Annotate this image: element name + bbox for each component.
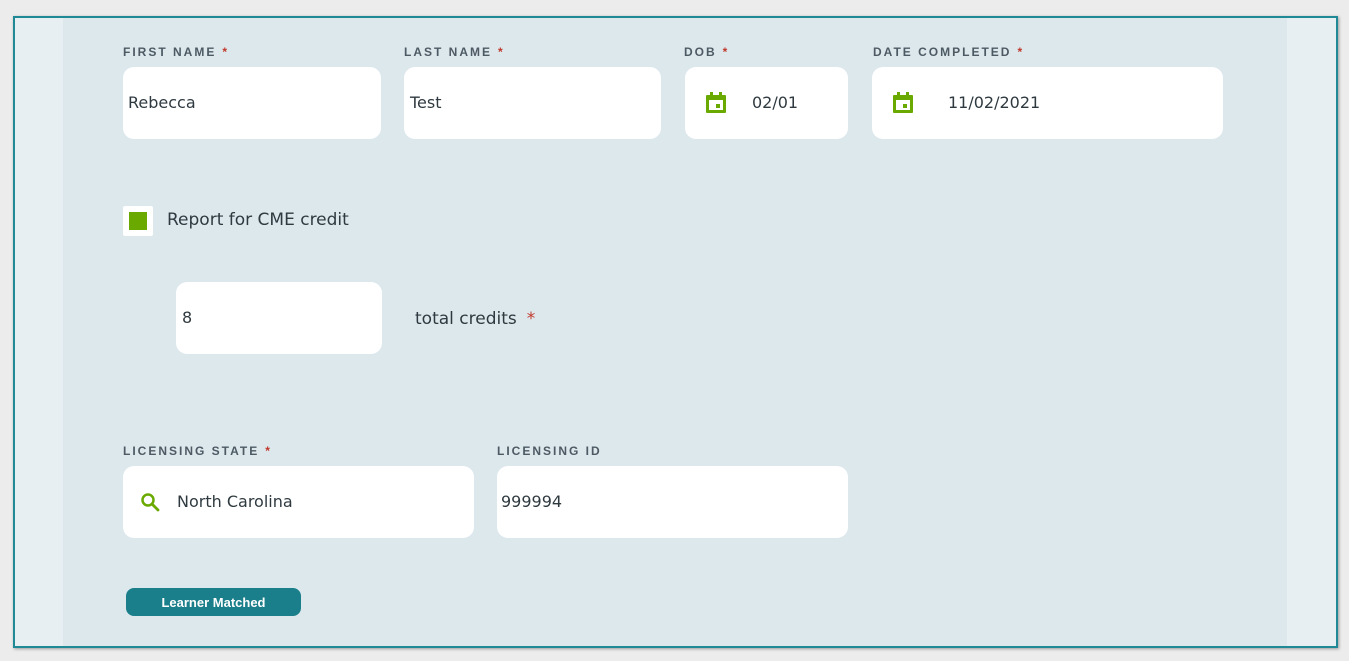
date-completed-value: 11/02/2021 xyxy=(948,93,1041,112)
licensing-id-label-text: LICENSING ID xyxy=(497,444,602,458)
credits-value: 8 xyxy=(182,308,193,327)
required-marker: * xyxy=(1017,45,1025,59)
total-credits-text: total credits xyxy=(415,309,517,329)
licensing-state-value: North Carolina xyxy=(177,492,293,511)
calendar-icon[interactable] xyxy=(705,92,727,114)
last-name-value: Test xyxy=(410,93,442,112)
required-marker: * xyxy=(498,45,505,59)
required-marker: * xyxy=(265,444,272,458)
last-name-label: LAST NAME * xyxy=(404,45,505,59)
licensing-id-value: 999994 xyxy=(501,492,563,511)
required-marker: * xyxy=(526,309,536,329)
last-name-input[interactable]: Test xyxy=(404,67,661,139)
total-credits-label: total credits * xyxy=(415,309,535,329)
first-name-input[interactable]: Rebecca xyxy=(123,67,381,139)
licensing-state-label-text: LICENSING STATE xyxy=(123,444,260,458)
first-name-value: Rebecca xyxy=(128,93,196,112)
checkbox-checked-icon xyxy=(129,212,147,230)
dob-label: DOB * xyxy=(684,45,729,59)
dob-label-text: DOB xyxy=(684,45,717,59)
last-name-label-text: LAST NAME xyxy=(404,45,492,59)
required-marker: * xyxy=(222,45,230,59)
licensing-state-label: LICENSING STATE * xyxy=(123,444,272,458)
cme-checkbox-label: Report for CME credit xyxy=(167,210,349,230)
date-completed-label-text: DATE COMPLETED xyxy=(873,45,1012,59)
cme-checkbox[interactable] xyxy=(123,206,153,236)
date-completed-label: DATE COMPLETED * xyxy=(873,45,1024,59)
calendar-icon[interactable] xyxy=(892,92,914,114)
licensing-state-input[interactable]: North Carolina xyxy=(123,466,474,538)
dob-input[interactable]: 02/01 xyxy=(685,67,848,139)
licensing-id-input[interactable]: 999994 xyxy=(497,466,848,538)
learner-matched-badge: Learner Matched xyxy=(126,588,301,616)
first-name-label: FIRST NAME * xyxy=(123,45,229,59)
date-completed-input[interactable]: 11/02/2021 xyxy=(872,67,1223,139)
required-marker: * xyxy=(722,45,730,59)
first-name-label-text: FIRST NAME xyxy=(123,45,217,59)
dob-value: 02/01 xyxy=(752,93,799,112)
credits-input[interactable]: 8 xyxy=(176,282,382,354)
search-icon xyxy=(141,493,160,512)
licensing-id-label: LICENSING ID xyxy=(497,444,602,458)
